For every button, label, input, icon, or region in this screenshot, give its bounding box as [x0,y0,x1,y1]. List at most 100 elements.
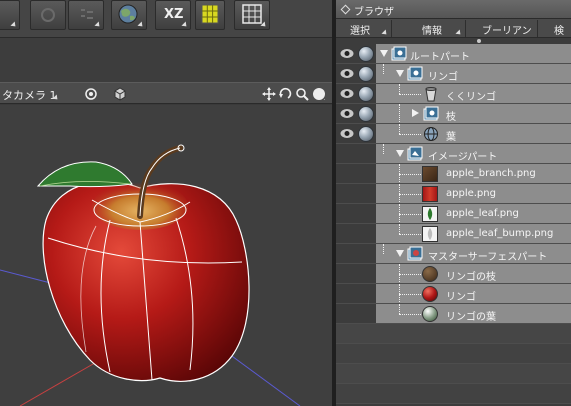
part-icon [391,46,407,61]
tree-connector [399,94,421,95]
tree-row-apple-mesh[interactable]: くくリンゴ [336,84,571,104]
tree-label: リンゴ [428,72,458,83]
tree-label: マスターサーフェスパート [428,252,548,263]
tree-label: apple_branch.png [446,168,536,179]
drag-handle[interactable] [477,39,481,43]
camera-selector[interactable]: タカメラ 1 [2,87,57,103]
leaf-texture-thumbnail [422,206,438,222]
grid-settings-button[interactable] [234,0,270,30]
expand-right-icon[interactable] [412,109,419,117]
xz-label: XZ [164,7,184,22]
tree-connector [399,304,400,314]
tree-row-surface-leaf[interactable]: リンゴの葉 [336,304,571,324]
toolbar-button-3[interactable] [68,0,104,30]
render-sphere-icon[interactable] [358,106,374,122]
toolbar-button-1[interactable] [0,0,20,30]
browser-title-bar[interactable]: ブラウザ [336,0,571,19]
collapse-diamond-icon[interactable] [340,4,351,15]
expand-down-icon[interactable] [396,150,404,157]
target-icon[interactable] [84,87,98,101]
tree-connector [399,174,421,175]
dropdown-arrow-icon [455,29,463,37]
tree-connector [399,224,400,234]
tab-label: 選択 [350,26,370,37]
rotate-icon[interactable] [278,87,292,101]
xz-plane-button[interactable]: XZ [155,0,191,30]
tree-row-surface-branch[interactable]: リンゴの枝 [336,264,571,284]
tree-connector [399,314,421,315]
tree-row-image-branch[interactable]: apple_branch.png [336,164,571,184]
tree-connector [383,144,384,154]
render-sphere-icon[interactable] [358,46,374,62]
tree-label: リンゴの枝 [446,272,496,283]
leaf-material-ball [422,306,438,322]
eye-icon[interactable] [340,48,354,59]
tree-row-apple-part[interactable]: リンゴ [336,64,571,84]
globe-view-button[interactable] [111,0,147,30]
grid-snap-button[interactable] [195,0,225,30]
empty-row [336,324,571,344]
shading-sphere-icon[interactable] [312,87,326,101]
tree-label: 葉 [446,132,456,143]
tree-row-image-leaf-bump[interactable]: apple_leaf_bump.png [336,224,571,244]
toolbar-button-2[interactable] [30,0,66,30]
browser-tabs: 選択 情報 ブーリアン 検 [336,19,571,38]
tab-boolean[interactable]: ブーリアン [466,20,538,37]
tree-row-branch-part[interactable]: 枝 [336,104,571,124]
tree-connector [399,274,421,275]
scene-tree: ルートパート リンゴ くくリンゴ 枝 葉 イメージパート apple_branc… [336,44,571,406]
tree-label: apple_leaf.png [446,208,519,219]
eye-icon[interactable] [340,88,354,99]
eye-icon[interactable] [340,68,354,79]
refresh-icon [41,8,55,22]
tree-connector [383,64,384,74]
tree-row-image-part[interactable]: イメージパート [336,144,571,164]
tree-row-image-apple[interactable]: apple.png [336,184,571,204]
tree-label: くくリンゴ [446,92,496,103]
apple-texture-thumbnail [422,186,438,202]
tree-row-master-surface-part[interactable]: マスターサーフェスパート [336,244,571,264]
tree-row-surface-apple[interactable]: リンゴ [336,284,571,304]
tree-label: apple.png [446,188,496,199]
apple-3d-render [0,144,301,406]
expand-down-icon[interactable] [380,50,388,57]
viewport-header: タカメラ 1 [0,82,332,104]
tree-label: 枝 [446,112,456,123]
dropdown-arrow-icon [181,21,189,29]
globe-mesh-icon [424,127,438,141]
empty-row [336,344,571,364]
tree-row-leaf-mesh[interactable]: 葉 [336,124,571,144]
apple-material-ball [422,286,438,302]
eye-icon[interactable] [340,108,354,119]
tab-select[interactable]: 選択 [336,20,392,37]
expand-down-icon[interactable] [396,250,404,257]
image-part-icon [407,146,423,161]
main-toolbar: XZ [0,0,332,38]
tree-connector [399,124,400,134]
branch-material-ball [422,266,438,282]
tree-row-root-part[interactable]: ルートパート [336,44,571,64]
expand-down-icon[interactable] [396,70,404,77]
empty-row [336,364,571,384]
tab-info[interactable]: 情報 [392,20,466,37]
tab-search[interactable]: 検 [538,20,571,37]
tree-label: リンゴの葉 [446,312,496,323]
zoom-icon[interactable] [295,87,309,101]
tree-connector [399,104,400,124]
tree-connector [399,214,421,215]
render-sphere-icon[interactable] [358,86,374,102]
render-sphere-icon[interactable] [358,66,374,82]
tree-row-image-leaf[interactable]: apple_leaf.png [336,204,571,224]
tree-connector [399,84,400,94]
3d-viewport[interactable] [0,105,332,406]
branch-texture-thumbnail [422,166,438,182]
tree-connector [383,244,384,254]
tree-label: ルートパート [410,52,470,63]
eye-icon[interactable] [340,128,354,139]
tree-label: イメージパート [428,152,498,163]
tree-connector [399,194,421,195]
render-sphere-icon[interactable] [358,126,374,142]
move-icon[interactable] [262,87,276,101]
cube-icon[interactable] [113,87,127,101]
tab-label: 検 [554,26,564,37]
